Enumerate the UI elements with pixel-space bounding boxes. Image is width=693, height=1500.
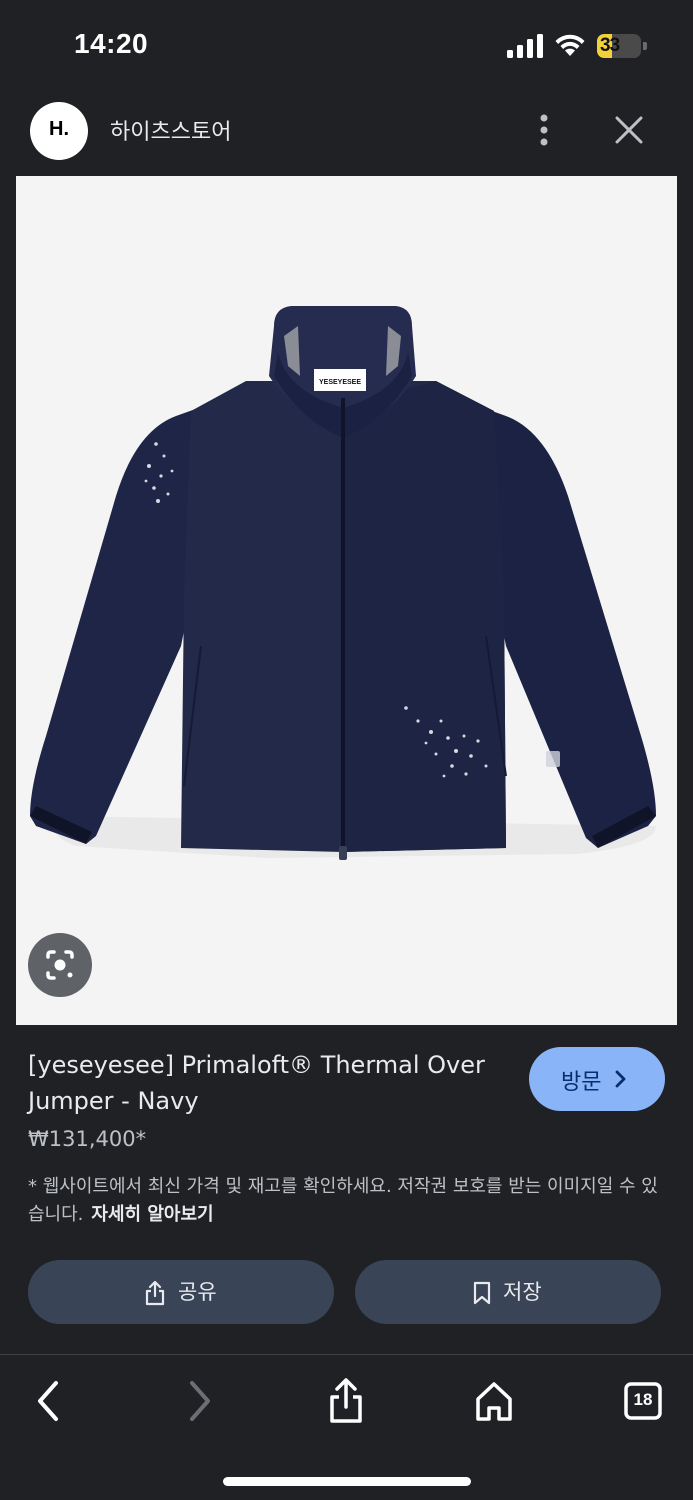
forward-icon[interactable]	[174, 1375, 222, 1427]
visit-button[interactable]: 방문	[529, 1047, 665, 1111]
product-title[interactable]: [yeseyesee] Primaloft® Thermal Over Jump…	[28, 1047, 498, 1119]
product-image[interactable]: YESEYESEE	[16, 176, 677, 1025]
google-lens-icon	[46, 950, 74, 980]
jacket-label-tag: YESEYESEE	[319, 379, 361, 386]
visit-label: 방문	[561, 1070, 602, 1095]
home-indicator[interactable]	[223, 1477, 471, 1486]
browser-toolbar: 18	[0, 1355, 693, 1500]
back-icon[interactable]	[26, 1375, 74, 1427]
chevron-right-icon	[615, 1070, 626, 1088]
save-label: 저장	[503, 1280, 542, 1304]
disclaimer: * 웹사이트에서 최신 가격 및 재고를 확인하세요. 저작권 보호를 받는 이…	[28, 1173, 668, 1229]
close-icon[interactable]	[613, 114, 645, 146]
share-icon	[145, 1280, 165, 1306]
site-logo[interactable]: H.	[30, 102, 88, 160]
learn-more-link[interactable]: 자세히 알아보기	[91, 1204, 213, 1225]
jacket-image: YESEYESEE	[30, 306, 656, 860]
product-info: [yeseyesee] Primaloft® Thermal Over Jump…	[0, 1025, 693, 1355]
bookmark-icon	[473, 1281, 491, 1305]
site-header: H. 하이츠스토어	[0, 88, 693, 176]
status-bar: 14:20 33	[0, 0, 693, 88]
toolbar-share-icon[interactable]	[322, 1375, 370, 1427]
product-price: ₩131,400*	[28, 1127, 147, 1151]
save-button[interactable]: 저장	[355, 1260, 661, 1324]
battery-level: 33	[600, 35, 620, 56]
logo-text: H.	[49, 118, 69, 140]
google-lens-button[interactable]	[28, 933, 92, 997]
site-name[interactable]: 하이츠스토어	[110, 114, 231, 146]
signal-icon	[507, 34, 543, 58]
battery-charging-icon: 33	[597, 34, 647, 58]
share-button[interactable]: 공유	[28, 1260, 334, 1324]
status-time: 14:20	[74, 28, 149, 59]
tabs-icon[interactable]: 18	[620, 1375, 668, 1427]
more-vertical-icon[interactable]	[530, 112, 558, 148]
home-icon[interactable]	[470, 1375, 518, 1427]
tab-count: 18	[633, 1390, 653, 1409]
wifi-icon	[555, 34, 585, 56]
share-label: 공유	[178, 1280, 217, 1304]
